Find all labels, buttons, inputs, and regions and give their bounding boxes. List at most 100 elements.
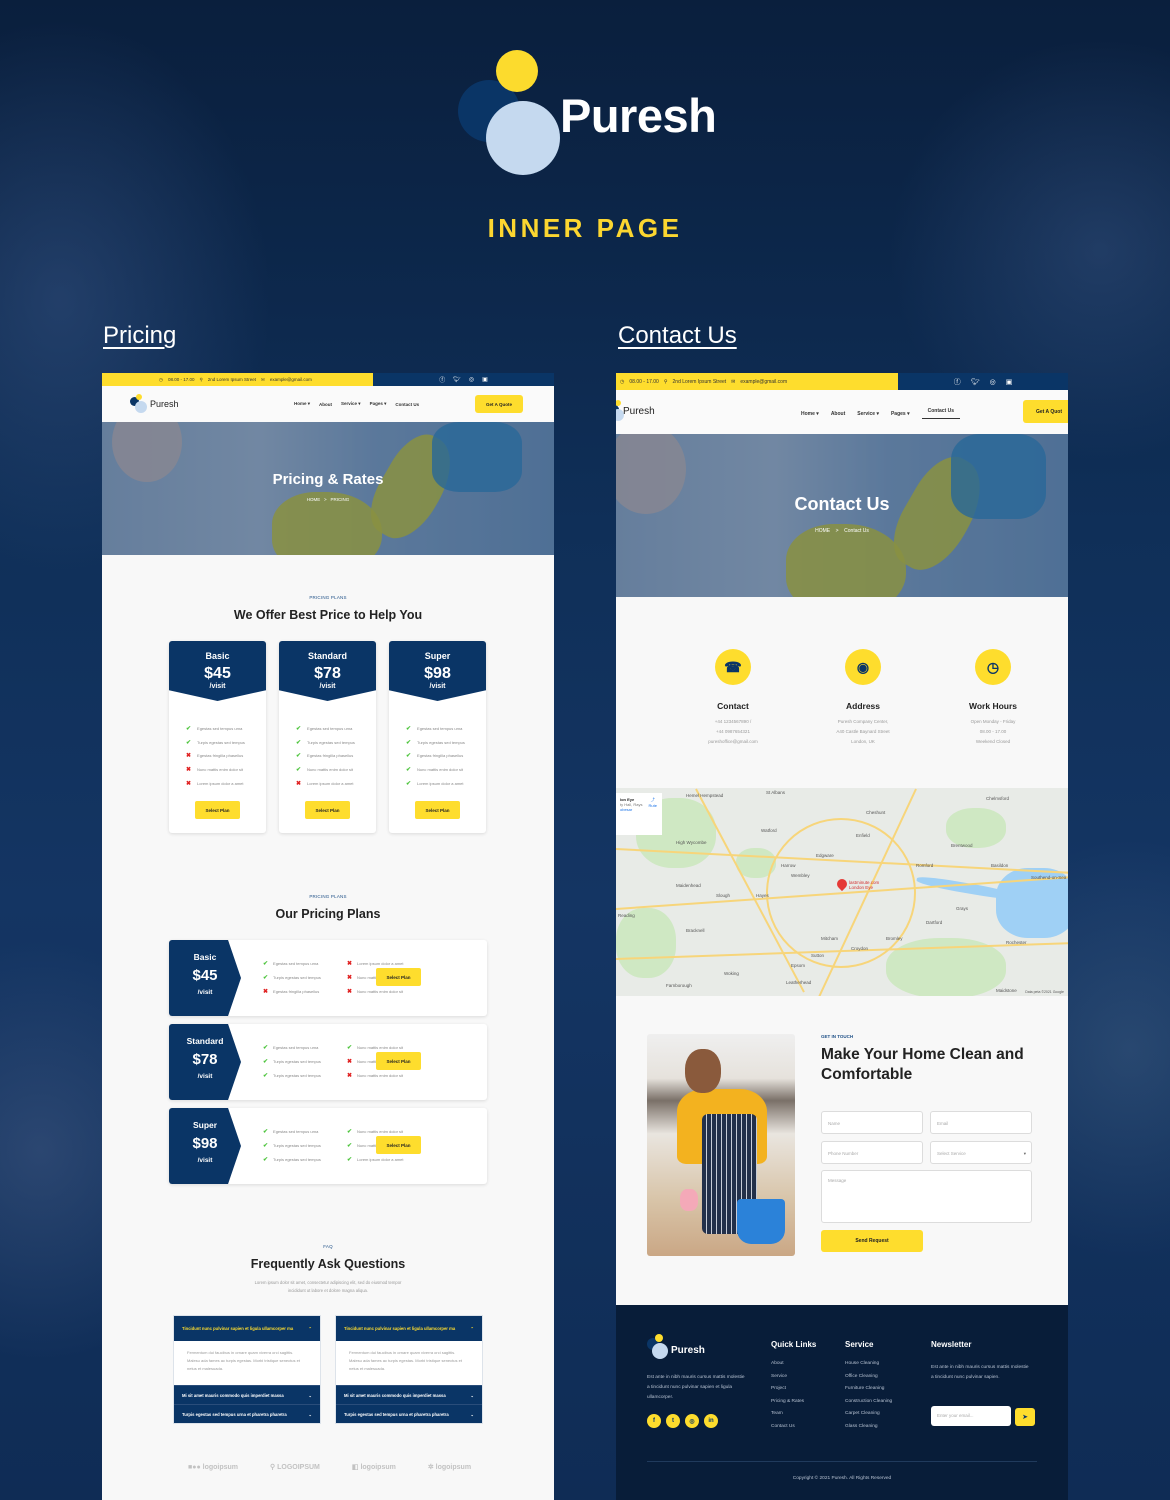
quick-link[interactable]: Team xyxy=(771,1411,804,1424)
map-place-label: Rochester xyxy=(1006,940,1027,945)
plan-unit: /visit xyxy=(197,1073,213,1080)
breadcrumb-home[interactable]: HOME xyxy=(307,497,321,502)
breadcrumb-home[interactable]: HOME xyxy=(815,528,830,534)
top-address: 2nd Lorem Ipsum Street xyxy=(672,378,727,385)
service-link[interactable]: Office Cleaning xyxy=(845,1374,892,1387)
quick-link[interactable]: Contact Us xyxy=(771,1424,804,1437)
twitter-icon[interactable]: 🐦︎ xyxy=(453,376,461,383)
service-link[interactable]: Furniture Cleaning xyxy=(845,1386,892,1399)
service-link[interactable]: Construction Cleaning xyxy=(845,1399,892,1412)
faq-question-open[interactable]: Tincidunt nunc pulvinar sapien et ligula… xyxy=(336,1316,482,1341)
quick-link[interactable]: Pricing & Rates xyxy=(771,1399,804,1412)
select-plan-button[interactable]: Select Plan xyxy=(376,1052,421,1070)
nav-service[interactable]: Service ▾ xyxy=(341,401,361,407)
name-input[interactable]: Name xyxy=(821,1111,923,1134)
facebook-icon[interactable]: ⓕ xyxy=(439,375,445,384)
map-place-label: Epsom xyxy=(791,963,806,968)
feature-text: Turpis egestas sed tempus xyxy=(417,739,465,745)
quick-link[interactable]: Service xyxy=(771,1374,804,1387)
faq-answer: Fermentum dui faucibus in ornare quam vi… xyxy=(174,1341,320,1385)
nav-contact[interactable]: Contact Us xyxy=(395,402,419,407)
faq-question[interactable]: Mi sit amet mauris commodo quis imperdie… xyxy=(174,1385,320,1404)
nav-pages[interactable]: Pages ▾ xyxy=(370,401,387,407)
feature-item: ✔ Egestas fringilla phasellus xyxy=(296,749,376,763)
faq-question-open[interactable]: Tincidunt nunc pulvinar sapien et ligula… xyxy=(174,1316,320,1341)
nav-home[interactable]: Home ▾ xyxy=(801,411,819,417)
plan-tag: Super $98/visit xyxy=(169,1108,241,1184)
plan-price: $98 xyxy=(424,665,451,682)
linkedin-icon[interactable]: in xyxy=(704,1414,718,1428)
faq-intro: Lorem ipsum dolor sit amet, consectetur … xyxy=(254,1280,402,1293)
faq-column: Tincidunt nunc pulvinar sapien et ligula… xyxy=(173,1315,321,1424)
linkedin-icon[interactable]: ▣ xyxy=(482,376,488,383)
copyright: Copyright © 2021 Puresh. All Rights Rese… xyxy=(792,1476,892,1481)
info-line: Weekend Closed xyxy=(975,739,1011,744)
feature-item: ✖ Lorem ipsum dolor a amet xyxy=(186,776,266,790)
map-place-card[interactable]: lon Eye ty Hall, Rays obesar ⤴ Rute xyxy=(616,793,662,835)
instagram-icon[interactable]: ◎ xyxy=(990,378,996,386)
feature-text: Nunc mattis enim dolor sit xyxy=(357,1072,404,1078)
check-icon: ✔ xyxy=(296,739,302,746)
nav-brand[interactable]: Puresh xyxy=(150,399,179,409)
instagram-icon[interactable]: ◎ xyxy=(685,1414,699,1428)
faq-column: Tincidunt nunc pulvinar sapien et ligula… xyxy=(335,1315,483,1424)
send-icon[interactable]: ➤ xyxy=(1015,1408,1035,1426)
contact-section-title[interactable]: Contact Us xyxy=(618,322,737,350)
service-link[interactable]: House Cleaning xyxy=(845,1361,892,1374)
email-input[interactable]: Email xyxy=(930,1111,1032,1134)
quick-link[interactable]: Project xyxy=(771,1386,804,1399)
feature-text: Egestas sed tempus urna xyxy=(417,726,463,732)
cross-icon: ✖ xyxy=(296,780,302,787)
clock-icon: ◷ xyxy=(975,649,1011,685)
feature-item: ✖ Egestas fringilla phasellus xyxy=(263,985,321,999)
clock-icon: ◷ xyxy=(159,376,163,382)
location-map[interactable]: Hemel Hempstead St Albans Chelmsford Watfor… xyxy=(616,788,1068,996)
nav-about[interactable]: About xyxy=(319,402,332,407)
get-quote-button[interactable]: Get A Quot xyxy=(1023,400,1068,423)
feature-list-left: ✔ Egestas sed tempus urna ✔ Turpis egestas … xyxy=(263,957,321,998)
directions-icon[interactable]: ⤴ Rute xyxy=(649,797,657,808)
quick-link[interactable]: About xyxy=(771,1361,804,1374)
get-quote-button[interactable]: Get A Quote xyxy=(475,395,523,413)
service-link[interactable]: Glass Cleaning xyxy=(845,1424,892,1437)
location-icon: ⚲ xyxy=(663,378,668,385)
newsletter-email-input[interactable]: Enter your email... xyxy=(931,1406,1011,1426)
nav-logo[interactable] xyxy=(130,394,152,416)
info-title: Address xyxy=(845,701,880,711)
faq-question[interactable]: Mi sit amet mauris commodo quis imperdie… xyxy=(336,1385,482,1404)
feature-item: ✖ Egestas fringilla phasellus xyxy=(186,749,266,763)
select-plan-button[interactable]: Select Plan xyxy=(195,801,240,819)
cleaner-photo xyxy=(647,1034,795,1256)
info-details: Open Monday - Friday 08.00 - 17.00 Weekend… xyxy=(928,717,1058,747)
linkedin-icon[interactable]: ▣ xyxy=(1006,378,1013,386)
service-link[interactable]: Carpet Cleaning xyxy=(845,1411,892,1424)
select-plan-button[interactable]: Select Plan xyxy=(415,801,460,819)
phone-input[interactable]: Phone Number xyxy=(821,1141,923,1164)
partner-logos: ■●● logoipsum ⚲ LOGOIPSUM ◧ logoipsum ✲ log… xyxy=(188,1463,471,1472)
pricing-page-preview: ◷ 08.00 - 17.00 ⚲ 2nd Lorem Ipsum Street ✉… xyxy=(102,373,554,1500)
feature-item: ✔ Turpis egestas sed tempus xyxy=(263,1055,321,1069)
nav-pages[interactable]: Pages ▾ xyxy=(891,411,910,417)
map-place-label: Basildon xyxy=(991,863,1009,868)
nav-contact-active[interactable]: Contact Us xyxy=(921,408,961,419)
facebook-icon[interactable]: ⓕ xyxy=(954,377,961,387)
nav-about[interactable]: About xyxy=(831,411,845,417)
facebook-icon[interactable]: f xyxy=(647,1414,661,1428)
send-request-button[interactable]: Send Request xyxy=(821,1230,923,1252)
select-plan-button[interactable]: Select Plan xyxy=(305,801,350,819)
message-textarea[interactable]: Message xyxy=(821,1170,1032,1223)
select-plan-button[interactable]: Select Plan xyxy=(376,1136,421,1154)
service-select[interactable]: Select Service ▾ xyxy=(930,1141,1032,1164)
faq-question[interactable]: Turpis egestas sed tempus urna et pharet… xyxy=(174,1404,320,1423)
nav-home[interactable]: Home ▾ xyxy=(294,401,310,407)
twitter-icon[interactable]: 🐦︎ xyxy=(971,378,980,386)
twitter-icon[interactable]: t xyxy=(666,1414,680,1428)
newsletter-text: Est ante in nibh mauris cursus mattis mo… xyxy=(931,1365,1029,1380)
pricing-section-title[interactable]: Pricing xyxy=(103,322,176,350)
instagram-icon[interactable]: ◎ xyxy=(469,376,474,383)
select-plan-button[interactable]: Select Plan xyxy=(376,968,421,986)
map-place-label: Enfield xyxy=(856,833,870,838)
nav-service[interactable]: Service ▾ xyxy=(857,411,879,417)
nav-brand[interactable]: Puresh xyxy=(623,406,655,417)
faq-question[interactable]: Turpis egestas sed tempus urna et pharet… xyxy=(336,1404,482,1423)
